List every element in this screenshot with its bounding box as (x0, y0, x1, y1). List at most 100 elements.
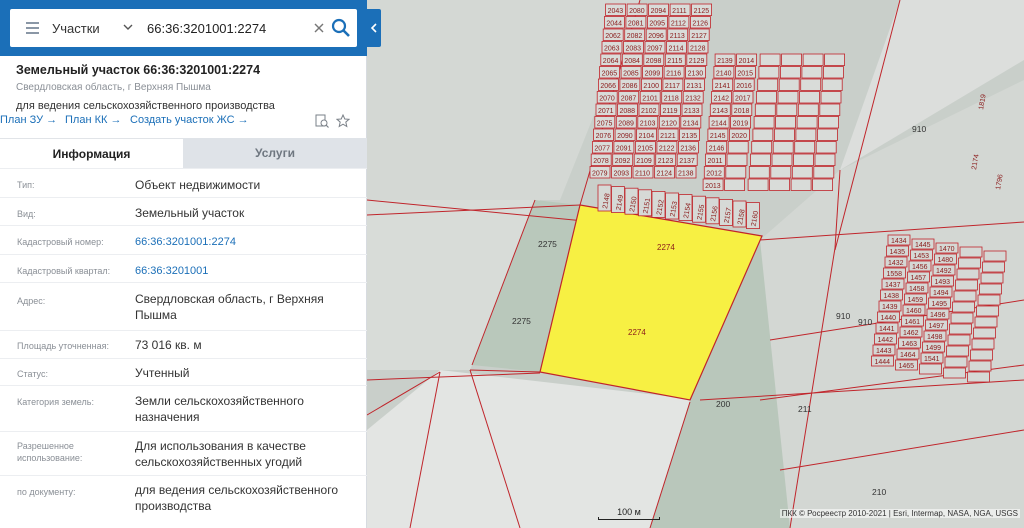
cadastral-parcel[interactable] (946, 345, 969, 357)
cadastral-parcel[interactable] (817, 128, 838, 141)
cadastral-parcel[interactable] (813, 166, 835, 179)
cadastral-parcel[interactable] (758, 66, 780, 79)
cadastral-parcel[interactable] (814, 153, 836, 166)
cadastral-parcel[interactable] (970, 349, 993, 361)
cadastral-parcel[interactable] (947, 334, 971, 346)
cadastral-parcel[interactable] (799, 91, 820, 104)
cadastral-parcel[interactable] (754, 103, 776, 116)
cadastral-parcel[interactable] (818, 116, 839, 129)
cadastral-parcel[interactable] (815, 141, 837, 154)
cadastral-parcel[interactable] (950, 312, 974, 324)
parcel-number: 1435 (890, 249, 906, 256)
create-parcel-link[interactable]: Создать участок ЖС → (130, 114, 249, 126)
parcel-number: 1499 (926, 345, 942, 352)
tab-info[interactable]: Информация (0, 138, 183, 168)
cadastral-parcel[interactable] (974, 316, 998, 328)
cadastral-parcel[interactable] (919, 363, 942, 375)
menu-icon[interactable] (18, 9, 46, 47)
cadastral-parcel[interactable] (821, 78, 843, 91)
cadastral-parcel[interactable] (752, 128, 774, 141)
cadastral-parcel[interactable] (953, 290, 977, 302)
cadastral-parcel[interactable] (955, 279, 978, 291)
parcel-number: 2020 (731, 133, 747, 140)
parcel-number: 2127 (691, 33, 707, 40)
cadastral-parcel[interactable] (725, 166, 747, 179)
cadastral-parcel[interactable] (780, 66, 801, 79)
plan-zu-link[interactable]: План ЗУ → (0, 114, 57, 126)
cadastral-parcel[interactable] (794, 141, 816, 154)
cadastral-parcel[interactable] (800, 78, 822, 91)
cadastral-parcel[interactable] (819, 103, 841, 116)
cadastral-parcel[interactable] (823, 66, 844, 79)
cadastral-parcel[interactable] (781, 53, 802, 66)
tab-services[interactable]: Услуги (183, 138, 367, 168)
cadastral-number-link[interactable]: 66:36:3201001:2274 (135, 234, 355, 250)
cadastral-parcel[interactable] (977, 294, 1001, 306)
cadastral-parcel[interactable] (757, 78, 779, 91)
cadastral-parcel[interactable] (724, 178, 745, 191)
cadastral-parcel[interactable] (976, 305, 999, 317)
cadastral-parcel[interactable] (777, 91, 799, 104)
cadastral-parcel[interactable] (770, 166, 792, 179)
close-icon[interactable] (310, 18, 328, 38)
info-key: Кадастровый номер: (17, 237, 104, 247)
cadastral-parcel[interactable] (772, 141, 794, 154)
cadastral-parcel[interactable] (949, 323, 972, 335)
cadastral-parcel[interactable] (973, 327, 996, 339)
print-icon[interactable] (315, 114, 329, 128)
cadastral-parcel[interactable] (967, 371, 990, 383)
cadastral-parcel[interactable] (944, 356, 968, 368)
chevron-down-icon[interactable] (123, 22, 133, 32)
cadastral-parcel[interactable] (958, 257, 981, 269)
cadastral-parcel[interactable] (802, 53, 824, 66)
cadastral-parcel[interactable] (980, 272, 1004, 284)
cadastral-parcel[interactable] (775, 116, 796, 129)
cadastral-parcel[interactable] (769, 178, 790, 191)
cadastral-parcel[interactable] (791, 166, 813, 179)
cadastral-parcel[interactable] (750, 153, 771, 166)
cadastral-parcel[interactable] (956, 268, 980, 280)
cadastral-parcel[interactable] (727, 141, 749, 154)
cadastral-parcel[interactable] (824, 53, 845, 66)
parcel-number: 2120 (661, 121, 677, 128)
search-icon[interactable] (330, 17, 352, 39)
cadastral-parcel[interactable] (796, 116, 818, 129)
cadastral-parcel[interactable] (793, 153, 814, 166)
cadastral-parcel[interactable] (795, 128, 817, 141)
plan-kk-link[interactable]: План КК → (65, 114, 121, 126)
cadastral-parcel[interactable] (812, 178, 833, 191)
cadastral-parcel[interactable] (959, 246, 983, 258)
cadastral-parcel[interactable] (748, 166, 770, 179)
cadastral-parcel[interactable] (774, 128, 795, 141)
cadastral-parcel[interactable] (801, 66, 823, 79)
cadastral-parcel[interactable] (756, 91, 777, 104)
cadastral-parcel[interactable] (778, 78, 800, 91)
cadastral-parcel[interactable] (797, 103, 819, 116)
cadastral-parcel[interactable] (983, 250, 1007, 262)
info-row: Тип: Объект недвижимости (0, 168, 367, 197)
cadastral-parcel[interactable] (982, 261, 1005, 273)
cadastral-parcel[interactable] (753, 116, 775, 129)
info-key: Статус: (17, 369, 48, 379)
cadastral-quarter-link[interactable]: 66:36:3201001 (135, 263, 355, 279)
cadastral-parcel[interactable] (820, 91, 842, 104)
cadastral-parcel[interactable] (968, 360, 992, 372)
cadastral-parcel[interactable] (943, 367, 966, 379)
parcel-number: 2018 (734, 108, 750, 115)
parcel-number: 2089 (618, 121, 634, 128)
star-icon[interactable] (336, 114, 350, 128)
cadastral-parcel[interactable] (751, 141, 773, 154)
parcel-number: 2111 (672, 8, 687, 15)
cadastral-parcel[interactable] (971, 338, 995, 350)
search-input[interactable] (147, 16, 307, 40)
cadastral-parcel[interactable] (790, 178, 812, 191)
cadastral-parcel[interactable] (771, 153, 793, 166)
cadastral-parcel[interactable] (952, 301, 975, 313)
parcel-number: 2135 (682, 133, 698, 140)
cadastral-parcel[interactable] (979, 283, 1002, 295)
collapse-panel-button[interactable] (367, 9, 381, 47)
cadastral-parcel[interactable] (776, 103, 798, 116)
cadastral-parcel[interactable] (747, 178, 769, 191)
cadastral-parcel[interactable] (726, 153, 748, 166)
cadastral-parcel[interactable] (759, 53, 781, 66)
